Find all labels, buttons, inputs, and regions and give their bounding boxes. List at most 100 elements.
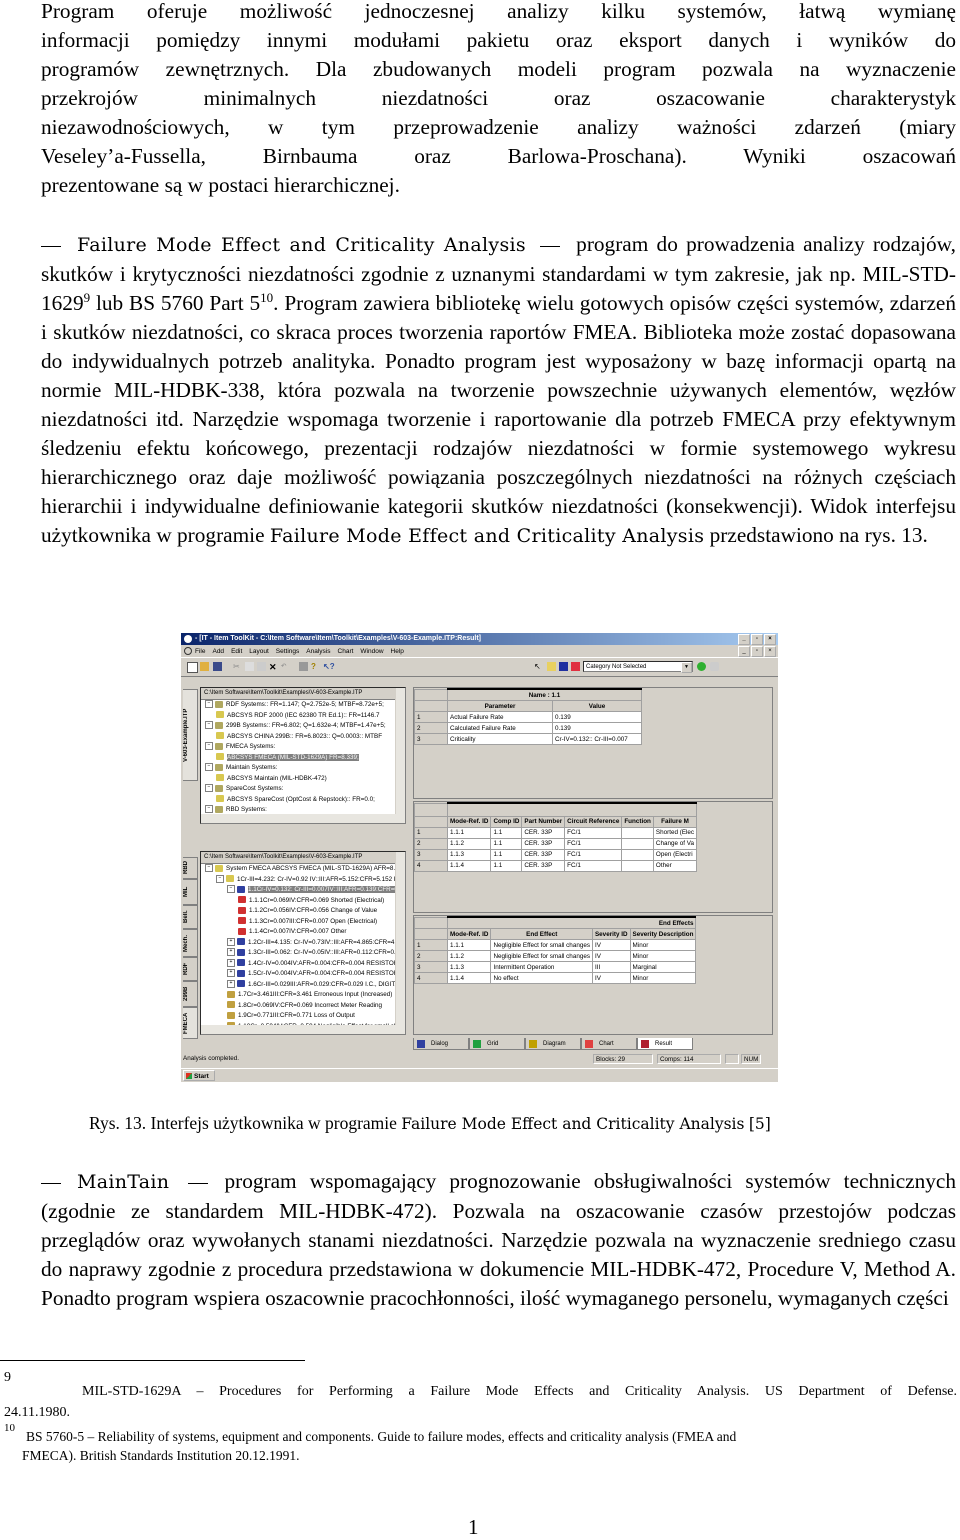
footnote-ref[interactable]: 9 [84,290,91,305]
row-number[interactable]: 3 [414,848,448,861]
column-header[interactable]: Circuit Reference [564,815,623,828]
table-cell[interactable]: IV [591,950,631,962]
table-cell[interactable]: 1.1.2 [446,950,492,962]
expand-toggle-icon[interactable]: − [216,874,224,883]
table-cell[interactable]: Open (Electri [652,848,698,861]
table-cell[interactable]: FC/1 [564,826,623,839]
table-row[interactable]: 1 Actual Failure Rate 0.139 [414,711,642,723]
table-cell[interactable]: 1.1.1 [446,939,492,951]
table-cell[interactable]: Minor [629,972,697,984]
menu-edit[interactable]: Edit [231,648,242,655]
table-row[interactable]: 2 Calculated Failure Rate 0.139 [414,722,642,734]
row-number[interactable]: 1 [414,939,448,951]
row-number[interactable]: 1 [414,711,448,723]
table-row[interactable]: 4 1.1.4 1.1 CER. 33P FC/1 Other [414,859,698,872]
close-button[interactable]: × [764,634,776,645]
table-row[interactable]: 2 1.1.2 Negligible Effect for small change… [414,950,697,962]
component-icon[interactable] [559,662,568,671]
module-tab-mech[interactable]: Mech. [183,929,198,957]
row-number[interactable]: 1 [414,826,448,839]
table-row[interactable]: 3 1.1.3 1.1 CER. 33P FC/1 Open (Electri [414,848,698,861]
undo-icon[interactable]: ↶ [281,662,290,671]
tab-project[interactable]: V-603-Example.ITP [183,689,198,781]
tree-node[interactable]: 1.1.1Cr=0.069IV:CFR=0.069 Shorted (Elect… [201,896,405,907]
new-file-icon[interactable] [187,662,198,673]
expand-toggle-icon[interactable]: − [205,721,213,730]
module-tab-bell[interactable]: Bell. [183,905,198,929]
menu-add[interactable]: Add [212,648,224,655]
tree-node[interactable]: ABCSYS Maintain (MIL-HDBK-472) [201,774,405,785]
table-cell[interactable]: Actual Failure Rate [447,711,553,723]
tree-node[interactable]: +1.4Cr-IV=0.004IV:AFR=0.004:CFR=0.004 RE… [201,958,405,970]
pointer-icon[interactable]: ↖ [534,662,543,671]
table-cell[interactable]: Marginal [629,961,697,973]
table-cell[interactable] [621,826,654,839]
expand-toggle-icon[interactable]: + [227,937,235,946]
tree-node[interactable]: ABCSYS SpareCost (OptCost & Repstock):: … [201,795,405,806]
tree-node[interactable]: +1.3Cr-III=0.062: Cr-IV=0.05IV::III:AFR=… [201,948,405,959]
table-row[interactable]: 2 1.1.2 1.1 CER. 33P FC/1 Change of Va [414,837,698,850]
column-header[interactable]: Part Number [521,815,566,828]
column-header[interactable]: Parameter [447,700,553,712]
menu-help[interactable]: Help [391,648,404,655]
expand-toggle-icon[interactable]: + [227,948,235,957]
paste-icon[interactable] [257,662,266,671]
tab-chart[interactable]: Chart [581,1038,637,1050]
table-cell[interactable] [621,848,654,861]
doc-close-button[interactable]: × [764,646,776,657]
row-number[interactable]: 2 [414,837,448,850]
tree-node[interactable]: − 1Cr-III=4.232: Cr-IV=0.92 IV::III:AFR=5… [201,874,405,886]
column-header[interactable]: Comp ID [490,815,523,828]
tree-node[interactable]: ABCSYS RDF 2000 (IEC 62380 TR Ed.1):: FR… [201,711,405,722]
tree-node[interactable]: − 299B Systems:: FR=6.802; Q=1.632e-4; MT… [201,721,405,732]
table-cell[interactable]: Calculated Failure Rate [447,722,553,734]
table-cell[interactable]: No effect [490,972,593,984]
column-header[interactable]: Mode-Ref. ID [446,928,492,940]
column-header[interactable]: Failure M [652,815,698,828]
expand-toggle-icon[interactable]: − [205,805,213,814]
table-cell[interactable] [621,837,654,850]
table-cell[interactable]: 1.1 [490,848,523,861]
horizontal-scrollbar[interactable] [201,814,396,823]
maximize-button[interactable]: ▫ [751,634,763,645]
open-folder-icon[interactable] [200,662,209,671]
table-row[interactable]: 1 1.1.1 1.1 CER. 33P FC/1 Shorted (Elec [414,826,698,839]
minimize-button[interactable]: _ [738,634,750,645]
module-tab-299b[interactable]: 299B [183,981,198,1007]
delete-icon[interactable]: ✕ [269,662,278,672]
tree-node[interactable]: 1.7Cr=3.461III:CFR=3.461 Erroneous Input… [201,990,405,1001]
module-tab-fmeca[interactable]: FMECA [183,1007,198,1039]
table-cell[interactable]: 1.1 [490,837,523,850]
table-cell[interactable]: Negligible Effect for small changes [490,939,593,951]
tree-node[interactable]: ABCSYS FMECA (MIL-STD-1629A) FR=8.339; [201,753,405,764]
expand-toggle-icon[interactable]: − [205,742,213,751]
table-cell[interactable]: CER. 33P [521,826,566,839]
tab-grid[interactable]: Grid [469,1038,525,1050]
table-cell[interactable]: 1.1.4 [446,972,492,984]
table-cell[interactable]: FC/1 [564,859,623,872]
tab-result[interactable]: Result [637,1038,693,1050]
vertical-scrollbar[interactable] [395,688,405,823]
table-cell[interactable]: 1.1.3 [446,961,492,973]
table-cell[interactable]: 1.1 [490,826,523,839]
row-number[interactable]: 4 [414,859,448,872]
row-number[interactable]: 2 [414,722,448,734]
table-row[interactable]: 3 Criticality Cr-IV=0.132:: Cr-III=0.007 [414,733,642,745]
expand-toggle-icon[interactable]: − [205,763,213,772]
tree-node[interactable]: 1.1.2Cr=0.056IV:CFR=0.056 Change of Valu… [201,906,405,917]
table-cell[interactable]: Other [652,859,698,872]
table-cell[interactable]: Shorted (Elec [652,826,698,839]
doc-minimize-button[interactable]: _ [738,646,750,657]
table-cell[interactable]: 1.1.4 [446,859,492,872]
row-number[interactable]: 3 [414,961,448,973]
menu-chart[interactable]: Chart [338,648,354,655]
row-number[interactable]: 2 [414,950,448,962]
column-header[interactable]: Severity ID [591,928,631,940]
tree-node[interactable]: +1.6Cr-III=0.029III:AFR=0.029:CFR=0.029 … [201,979,405,991]
module-tab-rbd[interactable]: RBD [183,857,198,879]
run-icon[interactable] [697,662,706,671]
tree-node[interactable]: ABCSYS CHINA 299B:: FR=6.8023:: Q=0.0003… [201,732,405,743]
menu-analysis[interactable]: Analysis [306,648,330,655]
caption-reference[interactable]: [5] [749,1115,771,1133]
table-cell[interactable]: 1.1 [490,859,523,872]
